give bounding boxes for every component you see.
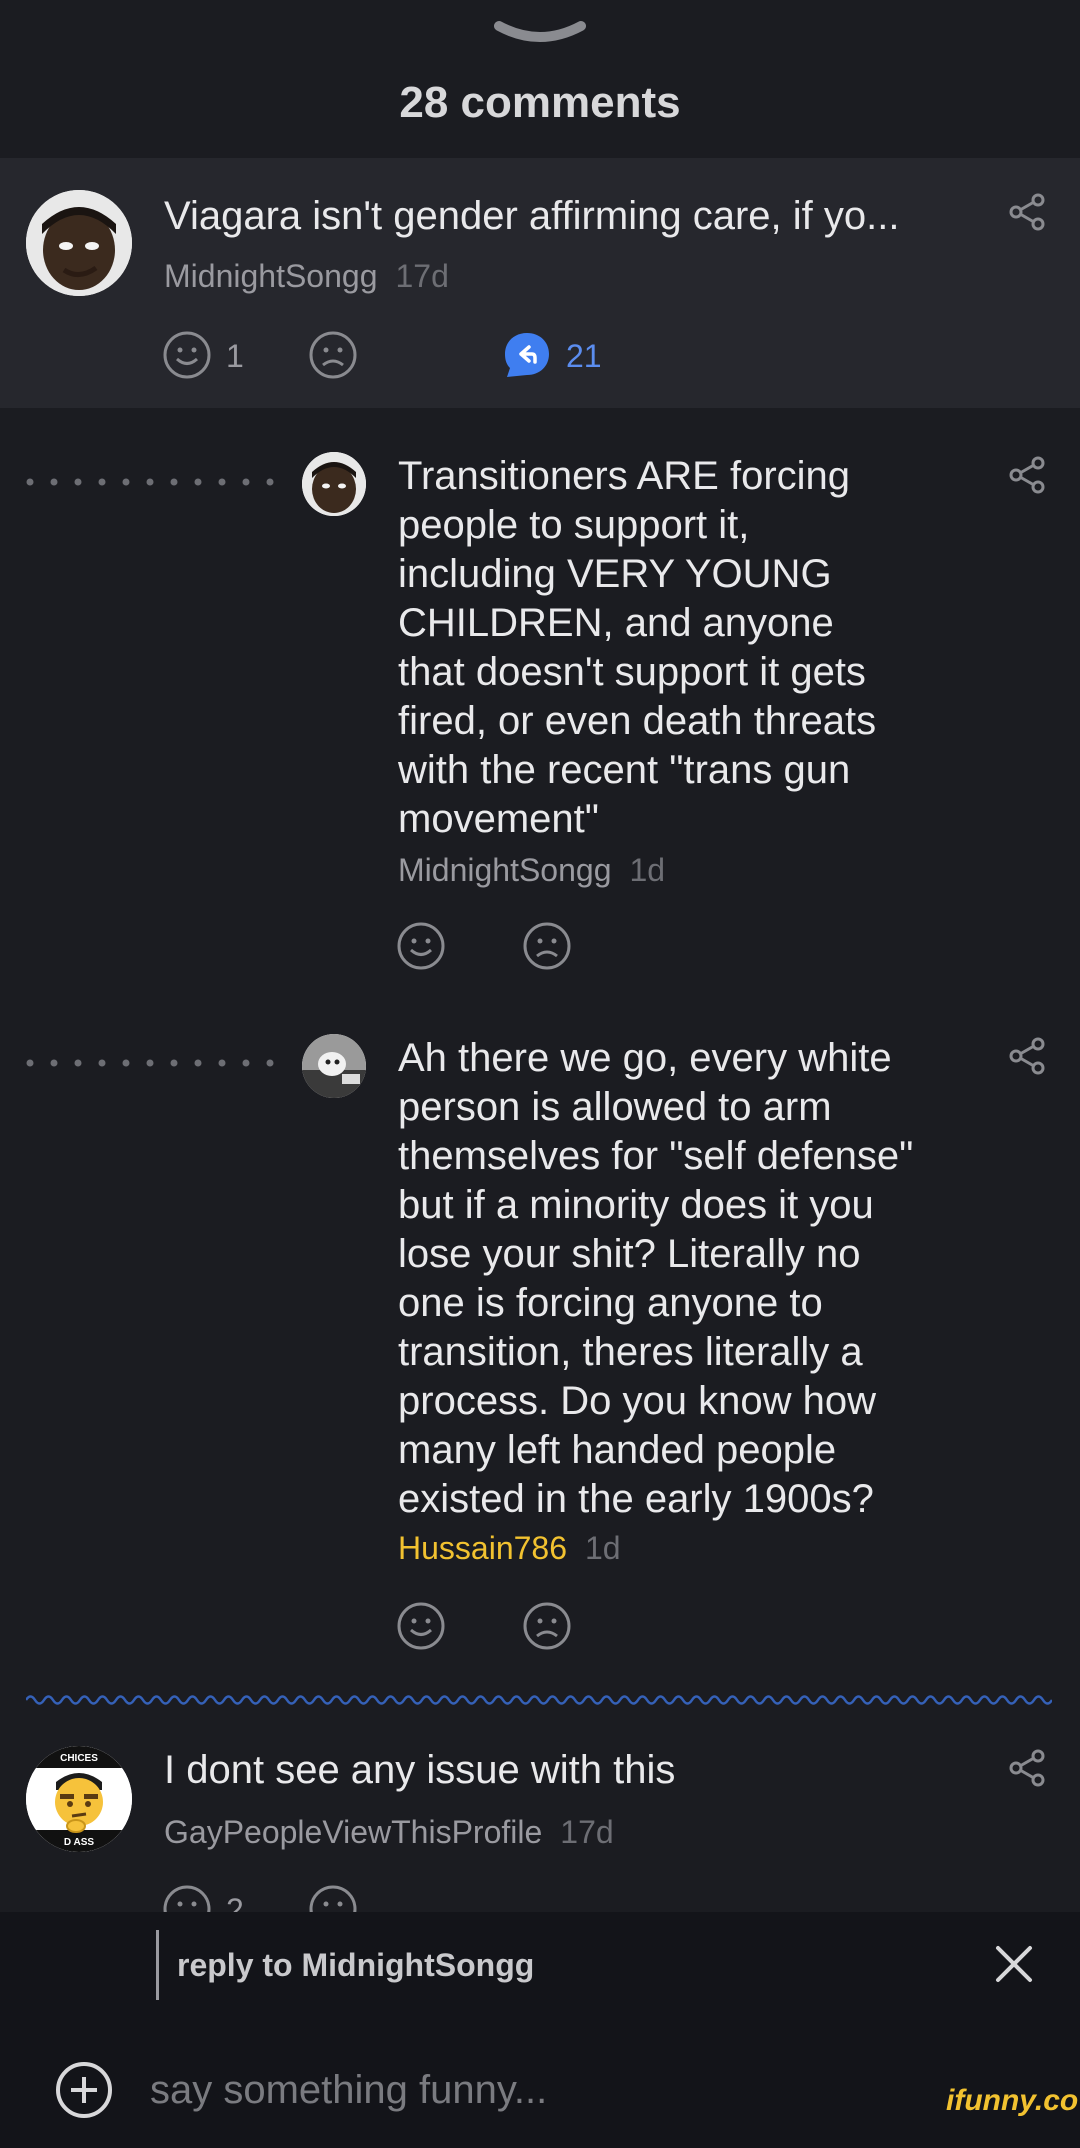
comment-line: people to support it, [398, 503, 750, 547]
share-icon[interactable] [1008, 1748, 1048, 1788]
comment-age: 1d [629, 852, 666, 888]
reply-count[interactable]: 21 [566, 338, 602, 375]
share-icon[interactable] [1008, 1036, 1048, 1076]
smile-icon[interactable] [162, 330, 212, 380]
thread-indent-dots [26, 1059, 274, 1067]
frown-icon[interactable] [522, 921, 572, 971]
comment-meta: MidnightSongg 17d [164, 258, 449, 295]
comment-input[interactable] [150, 2060, 950, 2120]
plus-circle-icon[interactable] [54, 2060, 114, 2120]
comment-username[interactable]: MidnightSongg [164, 258, 377, 294]
comment-line: lose your shit? Literally no [398, 1232, 861, 1276]
comment-line: fired, or even death threats [398, 699, 877, 743]
smile-icon[interactable] [396, 1601, 446, 1651]
comment-text: Transitioners ARE forcing people to supp… [398, 452, 998, 844]
reply-icon[interactable] [502, 330, 552, 380]
chevron-down-icon[interactable] [493, 18, 587, 52]
comment-username[interactable]: MidnightSongg [398, 852, 611, 888]
avatar[interactable] [302, 1034, 366, 1098]
parent-comment[interactable]: Viagara isn't gender affirming care, if … [0, 158, 1080, 408]
frown-icon[interactable] [308, 330, 358, 380]
comment-line: CHILDREN, and anyone [398, 601, 834, 645]
comment-line: themselves for "self defense" [398, 1134, 914, 1178]
comment-line: Transitioners ARE forcing [398, 454, 851, 498]
share-icon[interactable] [1008, 455, 1048, 495]
comment-text: Viagara isn't gender affirming care, if … [164, 194, 900, 238]
comment-line: that doesn't support it gets [398, 650, 866, 694]
avatar[interactable] [26, 190, 132, 296]
comment-line: Ah there we go, every white [398, 1036, 892, 1080]
comment-meta: GayPeopleViewThisProfile 17d [164, 1814, 614, 1851]
comments-count-title: 28 comments [399, 78, 681, 127]
reply-to-label: reply to MidnightSongg [156, 1930, 534, 2000]
avatar[interactable] [302, 452, 366, 516]
comment-text: Ah there we go, every white person is al… [398, 1034, 998, 1524]
comment-line: including VERY YOUNG [398, 552, 832, 596]
comment-age: 1d [585, 1530, 621, 1566]
like-count: 1 [226, 338, 244, 374]
ifunny-watermark: ifunny.co [946, 2084, 1079, 2117]
thread-indent-dots [26, 478, 274, 486]
avatar[interactable]: CHICES D ASS [26, 1746, 132, 1852]
comment-line: transition, theres literally a [398, 1330, 863, 1374]
comment-line: one is forcing anyone to [398, 1281, 823, 1325]
comment-line: with the recent "trans gun [398, 748, 851, 792]
close-icon[interactable] [994, 1944, 1034, 1984]
comments-header: 28 comments [0, 0, 1080, 158]
comment-meta: Hussain786 1d [398, 1530, 621, 1567]
comment-age: 17d [395, 258, 449, 294]
comment-line: many left handed people [398, 1428, 837, 1472]
comment-line: process. Do you know how [398, 1379, 877, 1423]
comment-username[interactable]: GayPeopleViewThisProfile [164, 1814, 542, 1850]
thread-end-divider [26, 1695, 1052, 1705]
comment-line: person is allowed to arm [398, 1085, 832, 1129]
comment-line: existed in the early 1900s? [398, 1477, 874, 1521]
comment-username[interactable]: Hussain786 [398, 1530, 567, 1566]
share-icon[interactable] [1008, 192, 1048, 232]
avatar-caption-bottom: D ASS [64, 1837, 95, 1848]
frown-icon[interactable] [522, 1601, 572, 1651]
avatar-caption-top: CHICES [60, 1753, 98, 1764]
comment-age: 17d [560, 1814, 614, 1850]
smile-icon[interactable] [396, 921, 446, 971]
comment-line: movement" [398, 797, 599, 841]
comment-line: but if a minority does it you [398, 1183, 874, 1227]
comment-text: I dont see any issue with this [164, 1748, 676, 1792]
comment-meta: MidnightSongg 1d [398, 852, 665, 889]
